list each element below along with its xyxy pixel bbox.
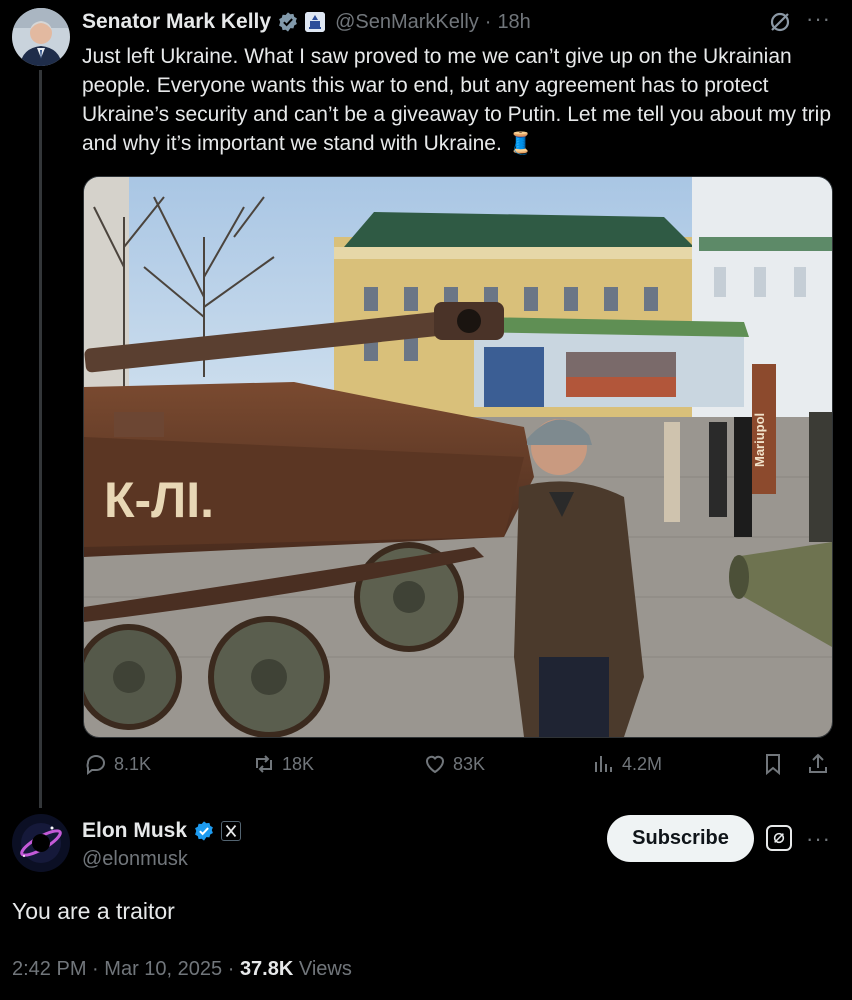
reply-icon xyxy=(86,755,105,775)
verified-badge-icon xyxy=(193,820,215,842)
share-icon xyxy=(809,753,827,773)
reply-handle[interactable]: @elonmusk xyxy=(82,848,188,871)
thread-emoji-icon: 🧵 xyxy=(507,132,534,155)
bookmark-button[interactable] xyxy=(761,752,785,776)
reply-views-count: 37.8K xyxy=(239,958,294,980)
views-count: 4.2M xyxy=(622,753,663,774)
reply-time[interactable]: 2:42 PM xyxy=(12,958,86,980)
author-avatar[interactable] xyxy=(12,8,70,66)
capitol-badge-icon xyxy=(305,12,326,32)
reply-date[interactable]: Mar 10, 2025 xyxy=(104,958,222,980)
mariupol-sign: Mariupol xyxy=(752,413,767,467)
reply-views-label: Views xyxy=(298,958,352,980)
repost-button[interactable]: 18K xyxy=(252,752,314,776)
reply-meta: 2:42 PM · Mar 10, 2025 · 37.8K Views xyxy=(12,958,352,980)
reply-text: You are a traitor xyxy=(12,898,175,924)
thread-line xyxy=(39,70,42,808)
views-button[interactable]: 4.2M xyxy=(592,752,662,776)
reply-button[interactable]: 8.1K xyxy=(84,752,151,776)
author-name[interactable]: Senator Mark Kelly xyxy=(82,10,271,34)
share-button[interactable] xyxy=(806,752,830,776)
more-icon[interactable]: ··· xyxy=(806,826,831,852)
reply-avatar[interactable] xyxy=(12,814,70,872)
repost-count: 18K xyxy=(282,753,315,774)
tank-graffiti: К-ЛІ. xyxy=(104,472,214,528)
tweet-text: Just left Ukraine. What I saw proved to … xyxy=(82,45,831,155)
tweet-photo[interactable]: Mariupol К-ЛІ. xyxy=(83,176,833,738)
grok-icon[interactable] xyxy=(768,10,792,34)
views-icon xyxy=(595,756,612,772)
grok-icon[interactable] xyxy=(766,825,792,851)
bookmark-icon xyxy=(766,754,780,776)
x-logo-icon xyxy=(221,821,242,841)
reply-header: Elon Musk xyxy=(82,817,242,845)
more-icon[interactable]: ··· xyxy=(806,6,831,32)
tweet-header: Senator Mark Kelly @SenMarkKelly · 18h xyxy=(82,10,531,34)
verified-badge-icon xyxy=(277,11,299,33)
tweet-time[interactable]: 18h xyxy=(497,11,530,34)
like-count: 83K xyxy=(453,753,486,774)
like-icon xyxy=(425,755,445,774)
reply-count: 8.1K xyxy=(114,753,152,774)
repost-icon xyxy=(256,755,272,773)
tweet-actions: 8.1K 18K 83K 4.2M xyxy=(0,752,852,786)
author-handle[interactable]: @SenMarkKelly xyxy=(335,11,479,34)
reply-author-name[interactable]: Elon Musk xyxy=(82,819,187,843)
like-button[interactable]: 83K xyxy=(423,752,485,776)
subscribe-button[interactable]: Subscribe xyxy=(607,815,754,862)
